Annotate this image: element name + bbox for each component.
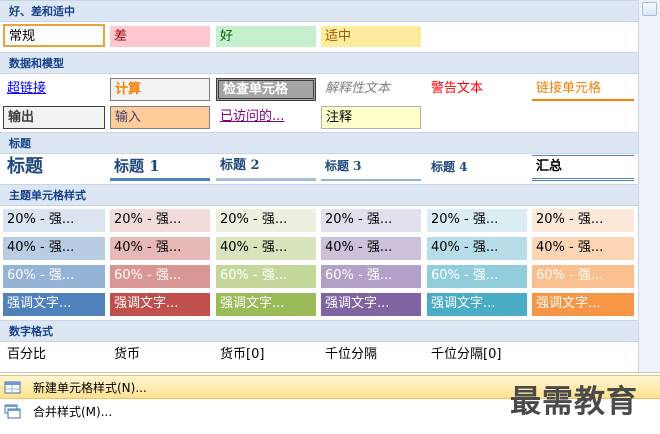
style-comma-0[interactable]: 千位分隔[0] <box>427 344 527 367</box>
style-total[interactable]: 汇总 <box>532 155 634 181</box>
style-accent4[interactable]: 强调文字... <box>321 293 421 316</box>
style-accent2[interactable]: 强调文字... <box>110 293 210 316</box>
new-cell-style-label: 新建单元格样式(N)... <box>33 381 147 395</box>
cell-styles-gallery: 好、差和适中 常规 差 好 适中 数据和模型 超链接 计算 检查单元格 解释性文… <box>0 0 638 372</box>
style-note[interactable]: 注释 <box>321 106 421 129</box>
style-check-cell[interactable]: 检查单元格 <box>216 78 316 101</box>
style-comma[interactable]: 千位分隔 <box>321 344 421 367</box>
style-explanatory[interactable]: 解释性文本 <box>321 78 421 101</box>
merge-styles-icon <box>4 404 21 419</box>
style-40-accent2[interactable]: 40% - 强... <box>110 237 210 260</box>
style-currency-0[interactable]: 货币[0] <box>216 344 316 367</box>
style-bad[interactable]: 差 <box>110 26 210 47</box>
style-heading-4[interactable]: 标题 4 <box>427 155 527 181</box>
style-20-accent5[interactable]: 20% - 强... <box>427 209 527 232</box>
style-output[interactable]: 输出 <box>3 106 105 129</box>
style-currency[interactable]: 货币 <box>110 344 210 367</box>
style-warning[interactable]: 警告文本 <box>427 78 527 101</box>
section-header-data-model: 数据和模型 <box>0 52 638 74</box>
style-60-accent4[interactable]: 60% - 强... <box>321 265 421 288</box>
style-20-accent4[interactable]: 20% - 强... <box>321 209 421 232</box>
style-percent[interactable]: 百分比 <box>3 344 105 367</box>
style-accent6[interactable]: 强调文字... <box>532 293 634 316</box>
merge-styles-label: 合并样式(M)... <box>33 405 113 419</box>
scrollbar-thumb[interactable] <box>642 2 657 16</box>
style-20-accent2[interactable]: 20% - 强... <box>110 209 210 232</box>
style-60-accent6[interactable]: 60% - 强... <box>532 265 634 288</box>
style-linked-cell[interactable]: 链接单元格 <box>532 78 634 101</box>
watermark-logo: 最需教育 <box>510 384 638 420</box>
style-heading-2[interactable]: 标题 2 <box>216 155 316 181</box>
style-normal[interactable]: 常规 <box>3 24 105 47</box>
style-40-accent4[interactable]: 40% - 强... <box>321 237 421 260</box>
style-20-accent6[interactable]: 20% - 强... <box>532 209 634 232</box>
section-header-good-bad-neutral: 好、差和适中 <box>0 0 638 22</box>
style-40-accent1[interactable]: 40% - 强... <box>3 237 105 260</box>
style-hyperlink[interactable]: 超链接 <box>3 78 105 101</box>
style-20-accent3[interactable]: 20% - 强... <box>216 209 316 232</box>
style-40-accent3[interactable]: 40% - 强... <box>216 237 316 260</box>
new-style-icon <box>4 381 21 394</box>
style-neutral[interactable]: 适中 <box>321 26 421 47</box>
style-60-accent5[interactable]: 60% - 强... <box>427 265 527 288</box>
style-calculation[interactable]: 计算 <box>110 78 210 101</box>
style-60-accent1[interactable]: 60% - 强... <box>3 265 105 288</box>
style-input[interactable]: 输入 <box>110 106 210 129</box>
section-header-number-format: 数字格式 <box>0 320 638 342</box>
style-accent3[interactable]: 强调文字... <box>216 293 316 316</box>
style-heading-1[interactable]: 标题 1 <box>110 155 210 181</box>
style-60-accent2[interactable]: 60% - 强... <box>110 265 210 288</box>
style-40-accent6[interactable]: 40% - 强... <box>532 237 634 260</box>
style-20-accent1[interactable]: 20% - 强... <box>3 209 105 232</box>
section-header-theme-styles: 主题单元格样式 <box>0 184 638 206</box>
vertical-scrollbar[interactable] <box>638 0 660 372</box>
style-title[interactable]: 标题 <box>3 155 105 181</box>
style-heading-3[interactable]: 标题 3 <box>321 155 421 181</box>
section-header-titles: 标题 <box>0 132 638 154</box>
style-60-accent3[interactable]: 60% - 强... <box>216 265 316 288</box>
style-good[interactable]: 好 <box>216 26 316 47</box>
style-40-accent5[interactable]: 40% - 强... <box>427 237 527 260</box>
style-accent1[interactable]: 强调文字... <box>3 293 105 316</box>
style-accent5[interactable]: 强调文字... <box>427 293 527 316</box>
style-followed-hyperlink[interactable]: 已访问的... <box>216 106 316 129</box>
